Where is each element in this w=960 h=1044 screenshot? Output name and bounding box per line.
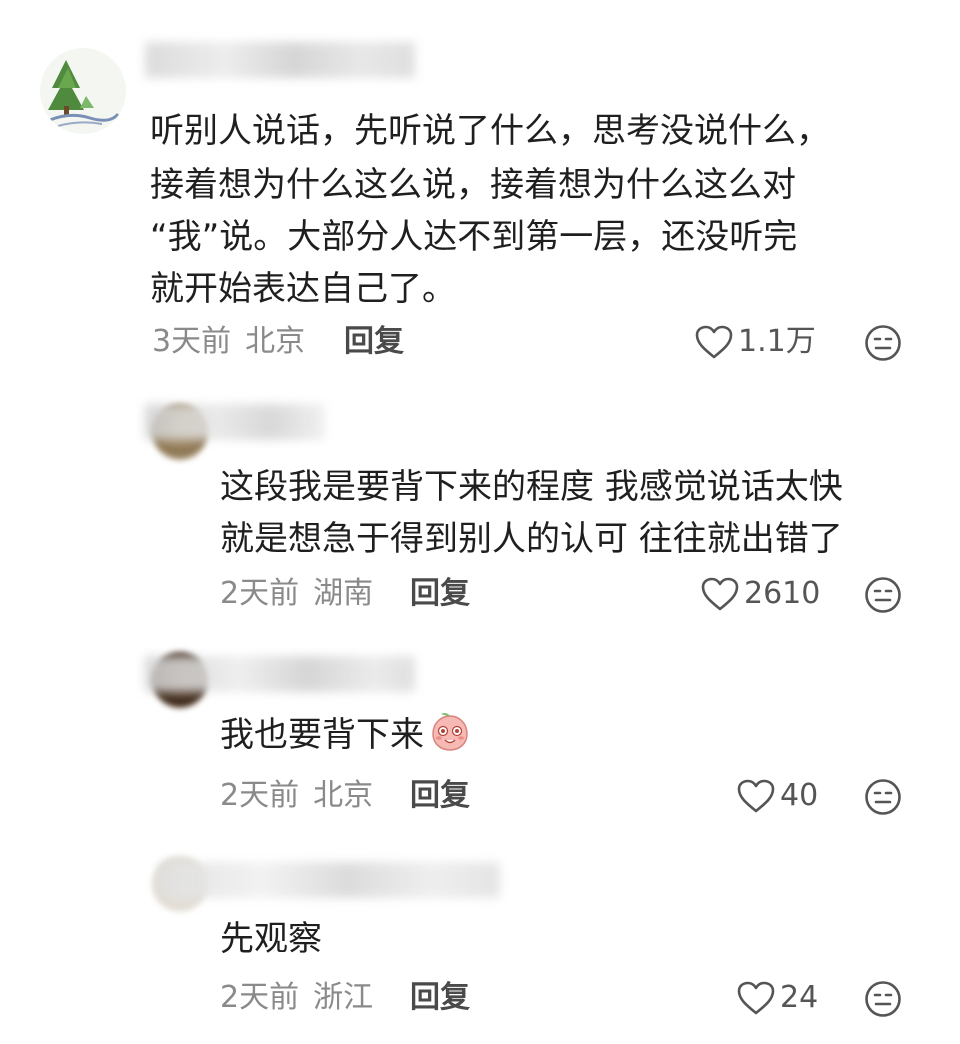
like-count: 24 bbox=[780, 980, 819, 1015]
username-blurred[interactable] bbox=[145, 656, 415, 692]
comment-time: 2天前 bbox=[220, 980, 300, 1015]
comment-item: 听别人说话，先听说了什么，思考没说什么， 接着想为什么这么说，接着想为什么这么对… bbox=[0, 0, 960, 380]
dislike-button[interactable] bbox=[864, 324, 902, 362]
heart-outline-icon bbox=[737, 779, 775, 813]
username-blurred[interactable] bbox=[160, 862, 500, 898]
username-blurred[interactable] bbox=[145, 404, 325, 440]
reply-comment-item: 这段我是要背下来的程度 我感觉说话太快 就是想急于得到别人的认可 往往就出错了 … bbox=[0, 390, 960, 640]
comment-meta: 3天前 北京 bbox=[152, 322, 305, 362]
like-button[interactable]: 24 bbox=[736, 978, 818, 1018]
username-blurred[interactable] bbox=[145, 42, 415, 78]
comment-meta: 2天前 浙江 bbox=[220, 978, 373, 1018]
like-button[interactable]: 2610 bbox=[700, 574, 820, 614]
comment-text-line: 我也要背下来 bbox=[220, 706, 472, 772]
comment-time: 2天前 bbox=[220, 576, 300, 611]
like-count: 2610 bbox=[744, 576, 821, 611]
like-count: 40 bbox=[780, 778, 819, 813]
reply-button[interactable]: 回复 bbox=[344, 322, 404, 362]
heart-outline-icon bbox=[737, 981, 775, 1015]
heart-outline-icon bbox=[701, 577, 739, 611]
blushing-peach-icon bbox=[432, 712, 468, 751]
comment-location: 北京 bbox=[245, 324, 306, 359]
comment-time: 3天前 bbox=[152, 324, 232, 359]
comment-text-line: “我”说。大部分人达不到第一层，还没听完 bbox=[150, 217, 798, 257]
avatar[interactable] bbox=[40, 48, 126, 134]
blushing-peach-emoji bbox=[428, 710, 472, 772]
comment-text-line: 这段我是要背下来的程度 我感觉说话太快 bbox=[220, 467, 843, 507]
reply-comment-item: 我也要背下来 2天前 北京 回复 40 bbox=[0, 640, 960, 840]
neutral-face-icon bbox=[865, 981, 901, 1017]
reply-button[interactable]: 回复 bbox=[410, 978, 470, 1018]
dislike-button[interactable] bbox=[864, 576, 902, 614]
comment-location: 浙江 bbox=[313, 980, 374, 1015]
reply-button[interactable]: 回复 bbox=[410, 574, 470, 614]
like-button[interactable]: 40 bbox=[736, 776, 818, 816]
comment-meta: 2天前 湖南 bbox=[220, 574, 373, 614]
comment-time: 2天前 bbox=[220, 778, 300, 813]
dislike-button[interactable] bbox=[864, 778, 902, 816]
heart-outline-icon bbox=[695, 325, 733, 359]
dislike-button[interactable] bbox=[864, 980, 902, 1018]
comment-location: 湖南 bbox=[313, 576, 374, 611]
reply-button[interactable]: 回复 bbox=[410, 776, 470, 816]
comment-location: 北京 bbox=[313, 778, 374, 813]
neutral-face-icon bbox=[865, 779, 901, 815]
comment-text-line: 听别人说话，先听说了什么，思考没说什么， bbox=[150, 111, 830, 151]
comment-text: 我也要背下来 bbox=[220, 715, 424, 755]
neutral-face-icon bbox=[865, 325, 901, 361]
tree-landscape-avatar-icon bbox=[48, 60, 120, 127]
comment-text-line: 就开始表达自己了。 bbox=[150, 269, 456, 309]
like-count: 1.1万 bbox=[738, 324, 816, 359]
neutral-face-icon bbox=[865, 577, 901, 613]
comment-meta: 2天前 北京 bbox=[220, 776, 373, 816]
like-button[interactable]: 1.1万 bbox=[694, 322, 816, 362]
comment-text-line: 接着想为什么这么说，接着想为什么这么对 bbox=[150, 165, 796, 205]
comment-text-line: 先观察 bbox=[220, 919, 322, 959]
reply-comment-item: 先观察 2天前 浙江 回复 24 bbox=[0, 842, 960, 1044]
comment-text-line: 就是想急于得到别人的认可 往往就出错了 bbox=[220, 519, 843, 559]
